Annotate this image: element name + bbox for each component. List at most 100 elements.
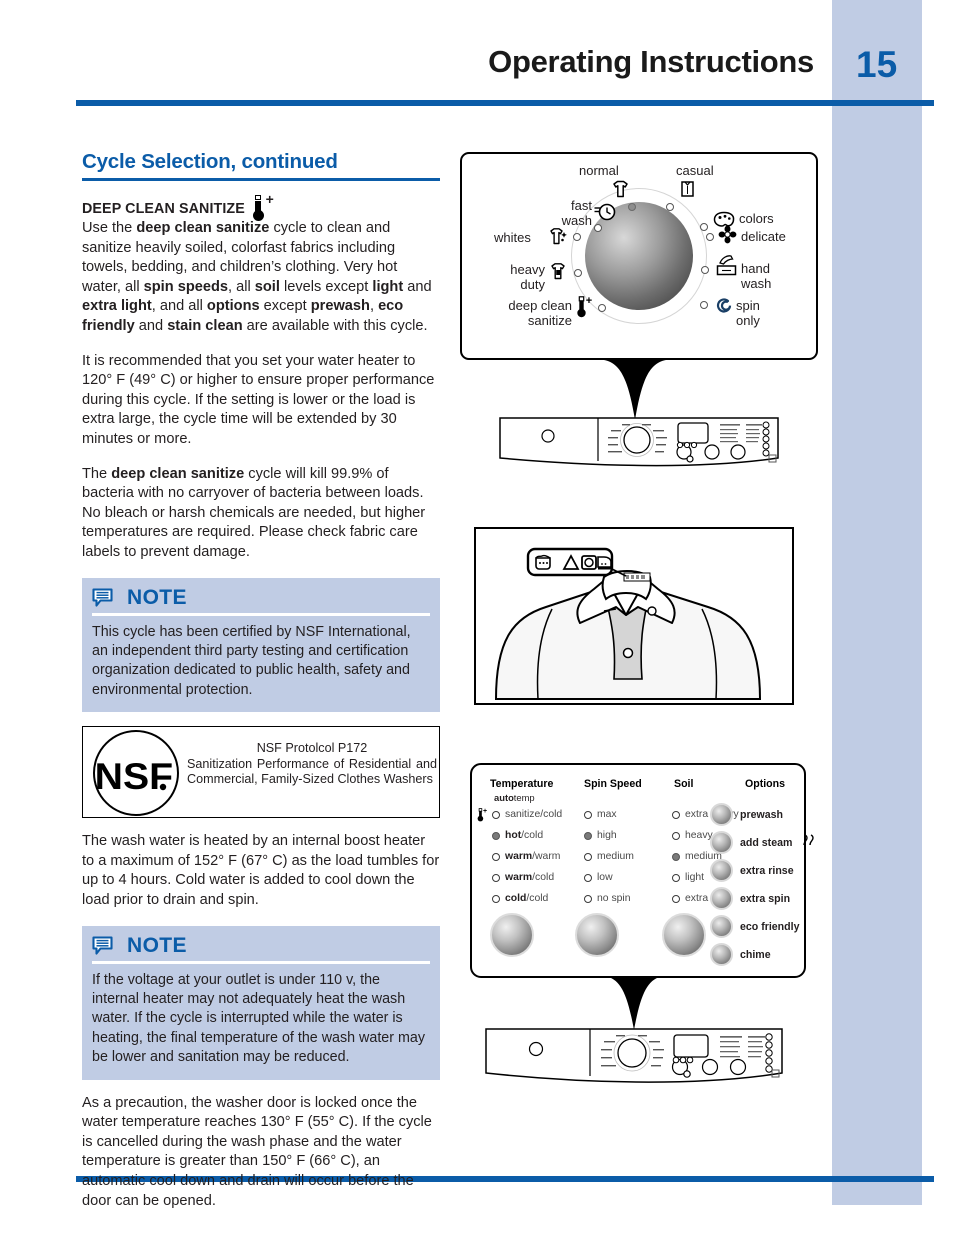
- dial-label-heavy-duty: heavy duty: [510, 262, 545, 292]
- section-rule: [82, 178, 440, 181]
- svg-text:+: +: [483, 808, 487, 815]
- option-label-eco-friendly: eco friendly: [740, 921, 800, 933]
- washer-control-panel-figure-2: [484, 1025, 784, 1093]
- nsf-certification-box: NSF NSF Protolcol P172 Sanitization Perf…: [82, 726, 440, 819]
- steam-icon: [802, 833, 815, 851]
- paragraph-2: It is recommended that you set your wate…: [82, 352, 435, 447]
- options-col-header-options: Options: [745, 778, 786, 790]
- temperature-option-hot-cold[interactable]: hot/cold: [492, 830, 543, 841]
- dial-label-whites: whites: [494, 230, 531, 245]
- wash-tub-icon: [535, 554, 551, 570]
- note-title: NOTE: [127, 585, 187, 609]
- dial-led-whites: [573, 233, 581, 241]
- page-number: 15: [856, 44, 898, 85]
- sparkle-shirt-icon: [549, 227, 569, 251]
- note-body: If the voltage at your outlet is under 1…: [92, 971, 425, 1066]
- spin-speed-option-low[interactable]: low: [584, 872, 613, 883]
- dial-label-normal: normal: [579, 163, 619, 178]
- note-header: NOTE: [92, 586, 430, 616]
- paragraph-4: The wash water is heated by an internal …: [82, 833, 440, 908]
- option-label-extra-spin: extra spin: [740, 893, 791, 905]
- note-body: This cycle has been certified by NSF Int…: [92, 623, 411, 698]
- care-label-figure: [474, 527, 794, 705]
- tumble-dry-icon: [581, 555, 597, 570]
- cycle-subheading: DEEP CLEAN SANITIZE +: [82, 192, 440, 221]
- dial-led-casual: [666, 203, 674, 211]
- spin-speed-selector-knob[interactable]: [575, 913, 619, 957]
- dial-label-spin-only: spin only: [736, 298, 760, 328]
- note-header: NOTE: [92, 934, 430, 964]
- spiral-icon: [714, 296, 734, 321]
- note-bubble-icon: [92, 588, 113, 607]
- note-box-2: NOTE If the voltage at your outlet is un…: [82, 925, 440, 1080]
- dial-led-deep-clean-sanitize: [598, 304, 606, 312]
- option-label-chime: chime: [740, 949, 771, 961]
- thermometer-plus-icon: +: [477, 808, 488, 827]
- dial-label-hand-wash: hand wash: [741, 261, 772, 291]
- nsf-description: Sanitization Performance of Residential …: [187, 756, 437, 787]
- nsf-text: NSF Protolcol P172 Sanitization Performa…: [187, 741, 437, 788]
- svg-text:NSF: NSF: [95, 756, 173, 798]
- option-button-prewash[interactable]: [710, 803, 733, 826]
- heavy-shirt-icon: [550, 262, 569, 286]
- paragraph-5: As a precaution, the washer door is lock…: [82, 1094, 432, 1209]
- temperature-option-cold-cold[interactable]: cold/cold: [492, 893, 548, 904]
- flower-icon: [718, 225, 737, 249]
- dial-led-delicate: [706, 233, 714, 241]
- dial-label-fast-wash: fast wash: [561, 198, 592, 228]
- spin-speed-option-medium[interactable]: medium: [584, 851, 634, 862]
- soil-option-heavy[interactable]: heavy: [672, 830, 713, 841]
- options-col-header-soil: Soil: [674, 778, 694, 790]
- dial-label-deep-clean-sanitize: deep clean sanitize: [508, 298, 572, 328]
- note-bubble-icon: [92, 936, 113, 955]
- dial-led-heavy-duty: [574, 269, 582, 277]
- dial-label-casual: casual: [676, 163, 714, 178]
- option-button-add-steam[interactable]: [710, 831, 733, 854]
- page-side-band: [832, 0, 922, 1205]
- options-col-header-spin-speed: Spin Speed: [584, 778, 642, 790]
- left-column: Cycle Selection, continued DEEP CLEAN SA…: [82, 150, 440, 1226]
- temperature-option-warm-cold[interactable]: warm/cold: [492, 872, 554, 883]
- option-label-prewash: prewash: [740, 809, 783, 821]
- option-button-eco-friendly[interactable]: [710, 915, 733, 938]
- temperature-selector-knob[interactable]: [490, 913, 534, 957]
- dress-shirt-icon: [680, 180, 695, 203]
- nsf-logo-icon: NSF: [92, 729, 180, 817]
- soil-option-light[interactable]: light: [672, 872, 704, 883]
- page-title: Operating Instructions: [488, 44, 814, 79]
- note-title: NOTE: [127, 933, 187, 957]
- nsf-protocol-line: NSF Protolcol P172: [256, 741, 368, 756]
- hand-in-basin-icon: [716, 254, 737, 281]
- option-button-extra-rinse[interactable]: [710, 859, 733, 882]
- paragraph-3: The deep clean sanitize cycle will kill …: [82, 465, 426, 560]
- manual-page: Operating Instructions 15 Cycle Selectio…: [0, 0, 954, 1235]
- thermometer-plus-icon: +: [252, 192, 274, 221]
- spin-speed-option-max[interactable]: max: [584, 809, 617, 820]
- option-label-add-steam: add steam: [740, 837, 793, 849]
- iron-icon: [597, 556, 612, 570]
- spin-speed-option-no-spin[interactable]: no spin: [584, 893, 631, 904]
- dial-led-hand-wash: [701, 266, 709, 274]
- dial-led-fast-wash: [594, 224, 602, 232]
- option-button-extra-spin[interactable]: [710, 887, 733, 910]
- option-button-chime[interactable]: [710, 943, 733, 966]
- cycle-subheading-label: DEEP CLEAN SANITIZE: [82, 201, 245, 217]
- thermometer-plus-icon: +: [576, 295, 594, 323]
- options-panel-figure: Temperature autotemp Spin Speed Soil Opt…: [470, 763, 814, 978]
- note-box-1: NOTE This cycle has been certified by NS…: [82, 577, 440, 713]
- dial-label-delicate: delicate: [741, 229, 786, 244]
- washer-control-panel-figure-1: [498, 414, 780, 476]
- tshirt-icon: [612, 180, 629, 203]
- soil-selector-knob[interactable]: [662, 913, 706, 957]
- svg-text:+: +: [586, 296, 592, 307]
- paragraph-1: Use the deep clean sanitize cycle to cle…: [82, 220, 432, 334]
- dial-label-colors: colors: [739, 211, 774, 226]
- options-col-header-temperature: Temperature: [490, 778, 554, 790]
- option-label-extra-rinse: extra rinse: [740, 865, 794, 877]
- header-rule: [76, 100, 934, 106]
- temperature-option-sanitize-cold[interactable]: sanitize/cold: [492, 809, 562, 820]
- spin-speed-option-high[interactable]: high: [584, 830, 617, 841]
- options-col-subheader-autotemp: autotemp: [494, 792, 535, 803]
- temperature-option-warm-warm[interactable]: warm/warm: [492, 851, 560, 862]
- dial-led-colors: [700, 223, 708, 231]
